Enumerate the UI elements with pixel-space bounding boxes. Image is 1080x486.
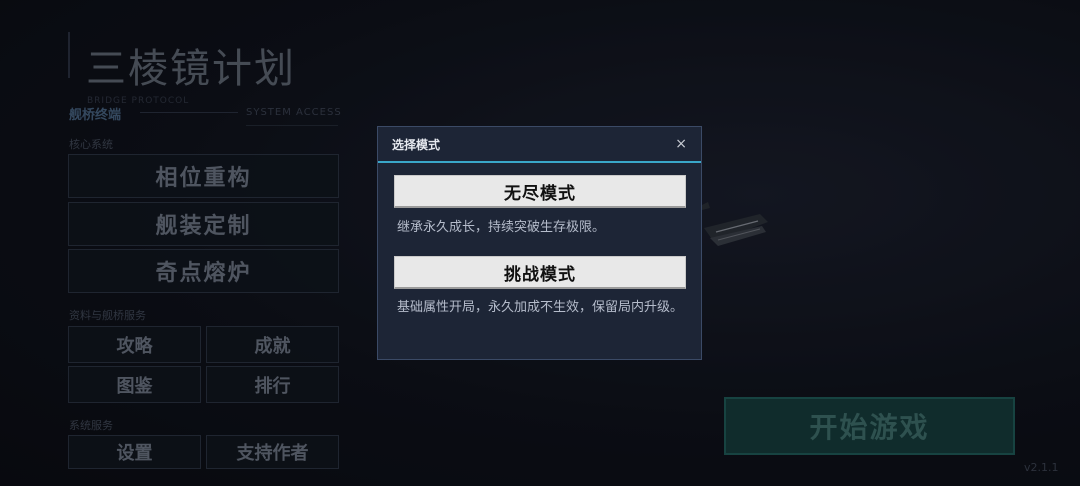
- settings-button[interactable]: 设置: [68, 435, 201, 469]
- start-game-button[interactable]: 开始游戏: [724, 397, 1015, 455]
- singularity-forge-button[interactable]: 奇点熔炉: [68, 249, 339, 293]
- support-author-button[interactable]: 支持作者: [206, 435, 339, 469]
- close-icon[interactable]: ×: [675, 136, 687, 152]
- game-title: 三棱镜计划: [86, 46, 296, 92]
- endless-mode-description: 继承永久成长，持续突破生存极限。: [397, 220, 606, 235]
- mode-select-dialog: 选择模式 × 无尽模式 继承永久成长，持续突破生存极限。 挑战模式 基础属性开局…: [377, 126, 702, 360]
- system-section-label: 系统服务: [69, 419, 113, 432]
- dialog-header: 选择模式 ×: [378, 127, 701, 163]
- title-accent-bar: [68, 32, 70, 78]
- header-divider: [140, 112, 238, 113]
- version-label: v2.1.1: [1024, 461, 1059, 474]
- achievements-button[interactable]: 成就: [206, 326, 339, 363]
- core-section-label: 核心系统: [69, 138, 113, 151]
- dialog-title: 选择模式: [392, 137, 441, 152]
- service-section-label: 资料与舰桥服务: [69, 309, 146, 322]
- phase-reconstruct-button[interactable]: 相位重构: [68, 154, 339, 198]
- leaderboard-button[interactable]: 排行: [206, 366, 339, 403]
- codex-button[interactable]: 图鉴: [68, 366, 201, 403]
- spaceship-icon: [700, 202, 768, 246]
- guide-button[interactable]: 攻略: [68, 326, 201, 363]
- ship-customize-button[interactable]: 舰装定制: [68, 202, 339, 246]
- system-access-underline: [246, 125, 338, 126]
- challenge-mode-button[interactable]: 挑战模式: [394, 256, 686, 289]
- bridge-terminal-label: 舰桥终端: [69, 108, 122, 123]
- endless-mode-button[interactable]: 无尽模式: [394, 175, 686, 208]
- challenge-mode-description: 基础属性开局，永久加成不生效，保留局内升级。: [397, 300, 684, 315]
- system-access-label: SYSTEM ACCESS: [246, 107, 342, 118]
